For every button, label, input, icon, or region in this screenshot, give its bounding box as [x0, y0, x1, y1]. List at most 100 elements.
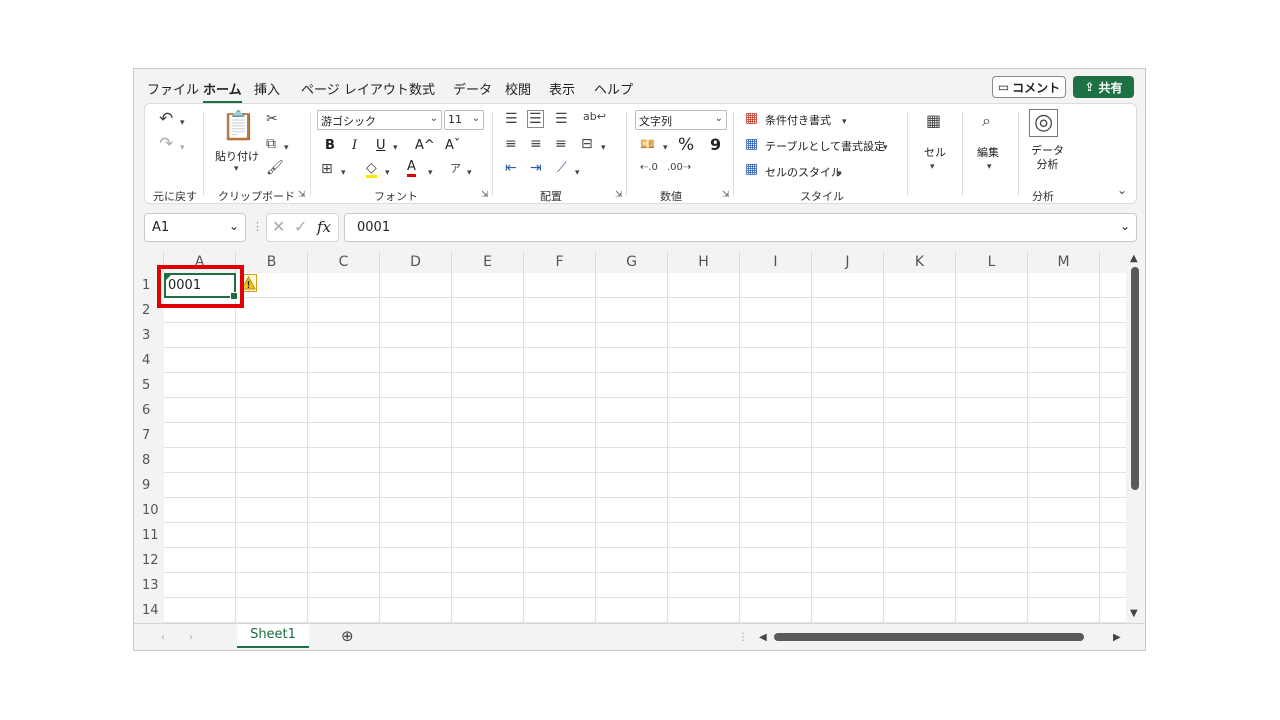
tab-review[interactable]: 校閲 — [505, 79, 531, 98]
sheet-tab[interactable]: Sheet1 — [237, 624, 309, 648]
cells-dropdown-icon[interactable]: ▾ — [930, 160, 935, 174]
tab-insert[interactable]: 挿入 — [254, 79, 280, 98]
bold-button[interactable]: B — [325, 138, 335, 153]
orientation-icon[interactable]: ⟋ — [557, 161, 567, 175]
search-icon[interactable]: ⌕ — [982, 113, 991, 129]
format-painter-icon[interactable]: 🖌 — [266, 161, 284, 175]
orientation-dropdown-icon[interactable]: ▾ — [575, 166, 580, 180]
tab-page-layout[interactable]: ページ レイアウト — [301, 79, 409, 98]
analyze-data-icon[interactable]: ◎ — [1029, 109, 1059, 137]
analyze-data-button[interactable]: データ 分析 — [1031, 144, 1064, 172]
row-header[interactable]: 14 — [134, 598, 164, 623]
horizontal-scroll-thumb[interactable] — [774, 633, 1084, 641]
merge-center-icon[interactable]: ⊟ — [581, 137, 593, 151]
column-header-b[interactable]: B — [236, 252, 308, 273]
percent-button[interactable]: % — [678, 135, 694, 155]
font-color-dropdown-icon[interactable]: ▾ — [428, 166, 433, 180]
align-top-icon[interactable]: ☰ — [505, 112, 518, 126]
conditional-format-button[interactable]: 条件付き書式 — [765, 112, 831, 128]
align-right-icon[interactable]: ≡ — [555, 137, 567, 151]
copy-icon[interactable]: ⧉ — [266, 137, 276, 151]
align-left-icon[interactable]: ≡ — [505, 137, 517, 151]
wrap-text-icon[interactable]: ab↩ — [583, 110, 606, 124]
row-header[interactable]: 9 — [134, 473, 164, 498]
column-header-c[interactable]: C — [308, 252, 380, 273]
column-header-m[interactable]: M — [1028, 252, 1100, 273]
fill-color-icon[interactable]: ◇ — [366, 161, 377, 178]
more-options-icon[interactable]: ⋮ — [252, 220, 263, 234]
format-as-table-icon[interactable]: ▦ — [745, 137, 758, 151]
formula-input[interactable]: 0001 ⌄ — [344, 213, 1137, 242]
scroll-down-icon[interactable]: ▼ — [1130, 607, 1138, 621]
borders-dropdown-icon[interactable]: ▾ — [341, 166, 346, 180]
conditional-format-dropdown-icon[interactable]: ▾ — [842, 115, 847, 129]
scroll-left-icon[interactable]: ◀ — [759, 631, 767, 645]
number-launcher-icon[interactable]: ⇲ — [722, 190, 730, 200]
increase-indent-icon[interactable]: ⇥ — [530, 161, 542, 175]
cut-icon[interactable]: ✂ — [266, 112, 278, 126]
split-handle-icon[interactable]: ⋮ — [738, 631, 748, 645]
vertical-scroll-thumb[interactable] — [1131, 267, 1139, 490]
phonetic-icon[interactable]: ア — [450, 162, 461, 176]
align-middle-icon[interactable]: ☰ — [527, 110, 544, 128]
number-format-combo[interactable]: 文字列 ⌄ — [635, 110, 727, 130]
tab-file[interactable]: ファイル — [147, 79, 199, 98]
tab-formulas[interactable]: 数式 — [409, 79, 435, 98]
scroll-right-icon[interactable]: ▶ — [1113, 631, 1121, 645]
undo-dropdown-icon[interactable]: ▾ — [180, 116, 185, 130]
add-sheet-icon[interactable]: ⊕ — [341, 629, 354, 644]
column-header-j[interactable]: J — [812, 252, 884, 273]
tab-view[interactable]: 表示 — [549, 79, 575, 98]
column-header-f[interactable]: F — [524, 252, 596, 273]
enter-icon[interactable]: ✓ — [294, 219, 307, 235]
conditional-format-icon[interactable]: ▦ — [745, 111, 758, 125]
row-header[interactable]: 10 — [134, 498, 164, 523]
borders-icon[interactable]: ⊞ — [321, 162, 333, 176]
vertical-scrollbar[interactable]: ▲ ▼ — [1127, 252, 1145, 622]
cancel-icon[interactable]: ✕ — [272, 219, 285, 235]
comma-button[interactable]: 9 — [710, 135, 721, 154]
format-as-table-dropdown-icon[interactable]: ▾ — [883, 141, 888, 155]
name-box[interactable]: A1 ⌄ — [144, 213, 246, 242]
row-header[interactable]: 8 — [134, 448, 164, 473]
phonetic-dropdown-icon[interactable]: ▾ — [467, 166, 472, 180]
underline-button[interactable]: U — [376, 138, 386, 153]
format-as-table-button[interactable]: テーブルとして書式設定 — [765, 138, 885, 154]
comment-button[interactable]: ▭ コメント — [992, 76, 1066, 98]
accounting-format-icon[interactable]: 💴 — [640, 137, 655, 151]
share-button[interactable]: ⇪ 共有 — [1073, 76, 1134, 98]
font-color-button[interactable]: A — [407, 160, 416, 177]
paste-icon[interactable]: 📋 — [221, 112, 256, 140]
cell-styles-button[interactable]: セルのスタイル — [765, 164, 842, 180]
scroll-up-icon[interactable]: ▲ — [1130, 252, 1138, 266]
row-header[interactable]: 5 — [134, 373, 164, 398]
column-header-e[interactable]: E — [452, 252, 524, 273]
fill-color-dropdown-icon[interactable]: ▾ — [385, 166, 390, 180]
row-header[interactable]: 12 — [134, 548, 164, 573]
column-header-i[interactable]: I — [740, 252, 812, 273]
row-header[interactable]: 3 — [134, 323, 164, 348]
font-size-combo[interactable]: 11 ⌄ — [444, 110, 484, 130]
cell-styles-dropdown-icon[interactable]: ▾ — [837, 167, 842, 181]
column-header-k[interactable]: K — [884, 252, 956, 273]
tab-help[interactable]: ヘルプ — [594, 79, 633, 98]
ribbon-collapse-icon[interactable]: ⌄ — [1117, 183, 1127, 197]
row-header[interactable]: 7 — [134, 423, 164, 448]
cells-button[interactable]: セル — [924, 144, 946, 160]
decrease-decimal-icon[interactable]: .00⇢ — [667, 161, 691, 175]
column-header-l[interactable]: L — [956, 252, 1028, 273]
cell-styles-icon[interactable]: ▦ — [745, 162, 758, 176]
align-center-icon[interactable]: ≡ — [530, 137, 542, 151]
font-launcher-icon[interactable]: ⇲ — [481, 190, 489, 200]
accounting-dropdown-icon[interactable]: ▾ — [663, 141, 668, 155]
column-header-h[interactable]: H — [668, 252, 740, 273]
cells-icon[interactable]: ▦ — [926, 113, 941, 129]
insert-function-button[interactable]: fx — [317, 220, 331, 235]
row-header[interactable]: 11 — [134, 523, 164, 548]
editing-button[interactable]: 編集 — [977, 144, 999, 160]
font-name-combo[interactable]: 游ゴシック ⌄ — [317, 110, 442, 130]
copy-dropdown-icon[interactable]: ▾ — [284, 141, 289, 155]
row-header[interactable]: 4 — [134, 348, 164, 373]
row-header[interactable]: 13 — [134, 573, 164, 598]
cell-grid[interactable] — [164, 273, 1126, 623]
